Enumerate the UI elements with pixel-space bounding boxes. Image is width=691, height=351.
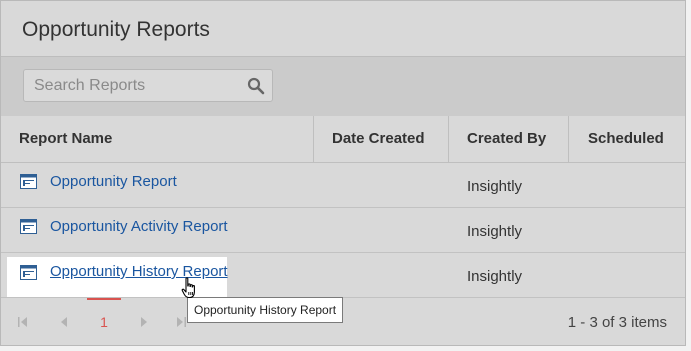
page-title: Opportunity Reports bbox=[22, 18, 210, 41]
search-box[interactable] bbox=[23, 69, 273, 102]
link-tooltip: Opportunity History Report bbox=[187, 297, 344, 323]
search-toolbar bbox=[1, 56, 685, 117]
table-header: Report Name Date Created Created By Sche… bbox=[1, 116, 685, 163]
created-by-cell: Insightly bbox=[467, 268, 523, 285]
column-divider bbox=[448, 116, 449, 162]
report-link[interactable]: Opportunity History Report bbox=[50, 263, 228, 280]
first-page-icon[interactable] bbox=[17, 316, 29, 328]
created-by-cell: Insightly bbox=[467, 178, 523, 195]
search-icon[interactable] bbox=[247, 77, 265, 95]
hand-pointer-icon bbox=[181, 277, 195, 299]
search-input[interactable] bbox=[24, 70, 254, 101]
report-icon bbox=[20, 265, 37, 280]
report-link[interactable]: Opportunity Activity Report bbox=[50, 218, 228, 235]
pagination-info: 1 - 3 of 3 items bbox=[567, 314, 667, 331]
created-by-cell: Insightly bbox=[467, 223, 523, 240]
table-row: Opportunity Report Insightly bbox=[1, 163, 685, 208]
current-page-number[interactable]: 1 bbox=[87, 298, 121, 345]
next-page-icon[interactable] bbox=[138, 316, 150, 328]
reports-panel: Opportunity Reports Report Name Date Cre… bbox=[0, 0, 686, 346]
table-row: Opportunity Activity Report Insightly bbox=[1, 208, 685, 253]
column-divider bbox=[568, 116, 569, 162]
column-header-date-created[interactable]: Date Created bbox=[332, 116, 425, 162]
last-page-icon[interactable] bbox=[175, 316, 187, 328]
previous-page-icon[interactable] bbox=[58, 316, 70, 328]
report-icon bbox=[20, 174, 37, 189]
column-header-created-by[interactable]: Created By bbox=[467, 116, 546, 162]
report-icon bbox=[20, 219, 37, 234]
column-header-report-name[interactable]: Report Name bbox=[19, 116, 112, 162]
column-header-scheduled[interactable]: Scheduled bbox=[588, 116, 664, 162]
report-link[interactable]: Opportunity Report bbox=[50, 173, 177, 190]
column-divider bbox=[313, 116, 314, 162]
